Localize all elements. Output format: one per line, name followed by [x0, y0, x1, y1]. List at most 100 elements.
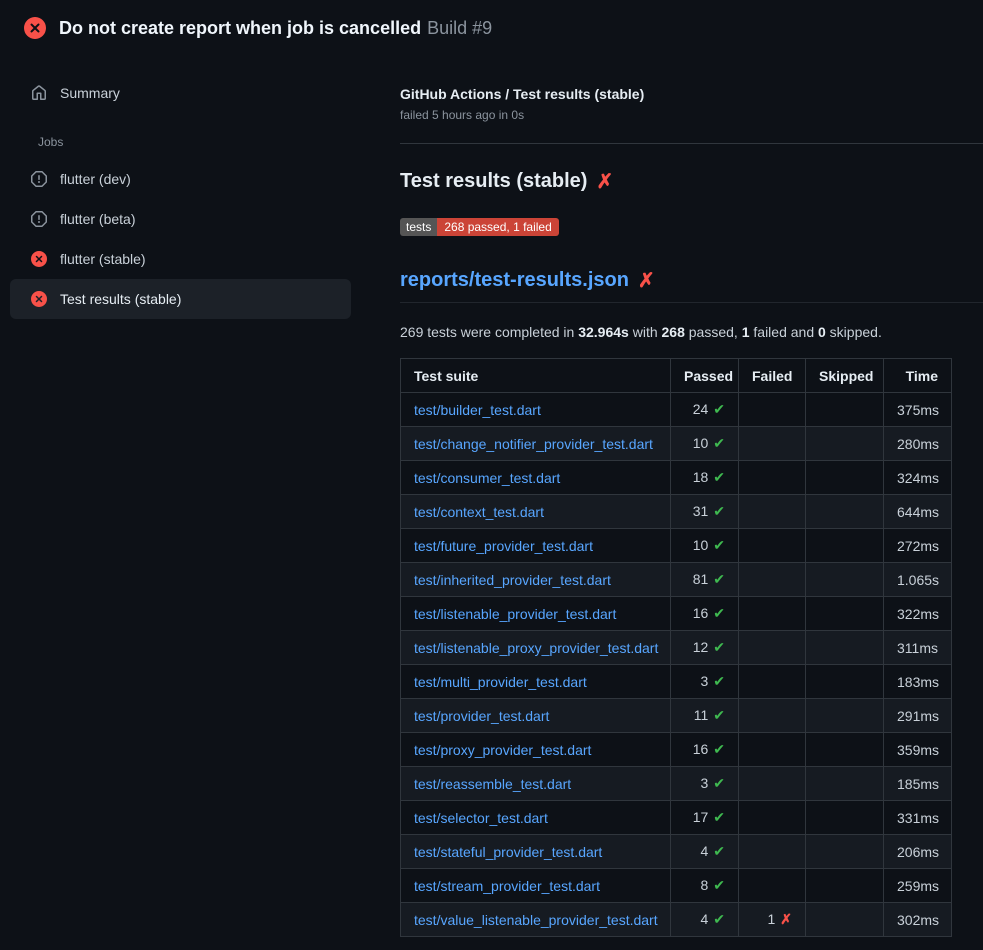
skipped-cell [806, 733, 884, 767]
suite-link[interactable]: test/proxy_provider_test.dart [414, 742, 591, 758]
check-icon: ✔ [713, 673, 725, 689]
failed-cell [739, 801, 806, 835]
time-value: 311ms [884, 631, 952, 665]
time-value: 322ms [884, 597, 952, 631]
table-row: test/consumer_test.dart 18✔ 324ms [401, 461, 952, 495]
report-link[interactable]: reports/test-results.json [400, 269, 629, 292]
suite-link[interactable]: test/future_provider_test.dart [414, 538, 593, 554]
check-icon: ✔ [713, 571, 725, 587]
table-row: test/change_notifier_provider_test.dart … [401, 427, 952, 461]
skipped-cell [806, 903, 884, 937]
suite-link[interactable]: test/change_notifier_provider_test.dart [414, 436, 653, 452]
passed-count: 16 [693, 605, 709, 621]
passed-count: 11 [694, 707, 709, 723]
time-value: 331ms [884, 801, 952, 835]
table-header-row: Test suite Passed Failed Skipped Time [401, 359, 952, 393]
failed-cell: 1✗ [739, 903, 806, 937]
failed-cell [739, 393, 806, 427]
table-row: test/value_listenable_provider_test.dart… [401, 903, 952, 937]
suite-link[interactable]: test/stateful_provider_test.dart [414, 844, 602, 860]
time-value: 259ms [884, 869, 952, 903]
run-meta: failed 5 hours ago in 0s [400, 108, 983, 122]
passed-count: 3 [700, 673, 708, 689]
time-value: 185ms [884, 767, 952, 801]
failed-cell [739, 665, 806, 699]
failed-cell [739, 869, 806, 903]
check-icon: ✔ [713, 707, 725, 723]
passed-count: 12 [693, 639, 709, 655]
breadcrumb: GitHub Actions / Test results (stable) [400, 86, 983, 102]
skipped-cell [806, 495, 884, 529]
suite-link[interactable]: test/provider_test.dart [414, 708, 549, 724]
section-title-text: Test results (stable) [400, 170, 587, 193]
failed-cell [739, 427, 806, 461]
section-title: Test results (stable) ✗ [400, 170, 983, 193]
skipped-cell [806, 835, 884, 869]
passed-count: 31 [693, 503, 709, 519]
sidebar-item-flutter-beta[interactable]: flutter (beta) [10, 199, 351, 239]
check-icon: ✔ [713, 503, 725, 519]
time-value: 183ms [884, 665, 952, 699]
time-value: 291ms [884, 699, 952, 733]
check-icon: ✔ [713, 469, 725, 485]
suite-link[interactable]: test/inherited_provider_test.dart [414, 572, 611, 588]
sidebar-item-flutter-stable[interactable]: flutter (stable) [10, 239, 351, 279]
suite-link[interactable]: test/listenable_proxy_provider_test.dart [414, 640, 658, 656]
passed-count: 4 [700, 911, 708, 927]
check-icon: ✔ [713, 877, 725, 893]
suite-link[interactable]: test/selector_test.dart [414, 810, 548, 826]
cross-icon: ✗ [780, 911, 792, 927]
check-icon: ✔ [713, 605, 725, 621]
table-row: test/reassemble_test.dart 3✔ 185ms [401, 767, 952, 801]
failed-cell [739, 597, 806, 631]
suite-link[interactable]: test/listenable_provider_test.dart [414, 606, 616, 622]
sidebar-item-summary[interactable]: Summary [10, 73, 351, 113]
summary-passed: 268 [662, 324, 685, 340]
sidebar-item-label: flutter (beta) [60, 211, 135, 227]
skipped-cell [806, 427, 884, 461]
suite-link[interactable]: test/context_test.dart [414, 504, 544, 520]
build-number: Build #9 [427, 18, 492, 38]
suite-link[interactable]: test/consumer_test.dart [414, 470, 560, 486]
sidebar-item-label: Test results (stable) [60, 291, 181, 307]
tests-summary: 269 tests were completed in 32.964s with… [400, 324, 983, 340]
badge-value: 268 passed, 1 failed [437, 218, 558, 236]
suite-link[interactable]: test/builder_test.dart [414, 402, 541, 418]
check-icon: ✔ [713, 911, 725, 927]
time-value: 644ms [884, 495, 952, 529]
table-row: test/stateful_provider_test.dart 4✔ 206m… [401, 835, 952, 869]
table-row: test/selector_test.dart 17✔ 331ms [401, 801, 952, 835]
passed-count: 81 [693, 571, 709, 587]
suite-link[interactable]: test/stream_provider_test.dart [414, 878, 600, 894]
summary-skipped: 0 [818, 324, 826, 340]
failed-cell [739, 529, 806, 563]
table-row: test/inherited_provider_test.dart 81✔ 1.… [401, 563, 952, 597]
failed-x-icon: ✗ [638, 271, 655, 291]
sidebar-item-flutter-dev[interactable]: flutter (dev) [10, 159, 351, 199]
time-value: 206ms [884, 835, 952, 869]
suite-link[interactable]: test/reassemble_test.dart [414, 776, 571, 792]
passed-count: 8 [700, 877, 708, 893]
col-test-suite: Test suite [401, 359, 671, 393]
suite-link[interactable]: test/multi_provider_test.dart [414, 674, 587, 690]
failed-cell [739, 699, 806, 733]
skipped-cell [806, 869, 884, 903]
badge-label: tests [400, 218, 437, 236]
time-value: 375ms [884, 393, 952, 427]
skipped-cell [806, 393, 884, 427]
time-value: 280ms [884, 427, 952, 461]
failed-cell [739, 461, 806, 495]
suite-link[interactable]: test/value_listenable_provider_test.dart [414, 912, 658, 928]
passed-count: 17 [693, 809, 709, 825]
cancelled-icon [31, 211, 47, 227]
check-icon: ✔ [713, 843, 725, 859]
cancelled-icon [31, 171, 47, 187]
results-table: Test suite Passed Failed Skipped Time te… [400, 358, 952, 937]
sidebar-item-label: flutter (stable) [60, 251, 146, 267]
table-row: test/future_provider_test.dart 10✔ 272ms [401, 529, 952, 563]
time-value: 324ms [884, 461, 952, 495]
run-title: Do not create report when job is cancell… [59, 18, 421, 38]
sidebar-summary-label: Summary [60, 85, 120, 101]
sidebar-item-test-results-stable[interactable]: Test results (stable) [10, 279, 351, 319]
failed-cell [739, 835, 806, 869]
